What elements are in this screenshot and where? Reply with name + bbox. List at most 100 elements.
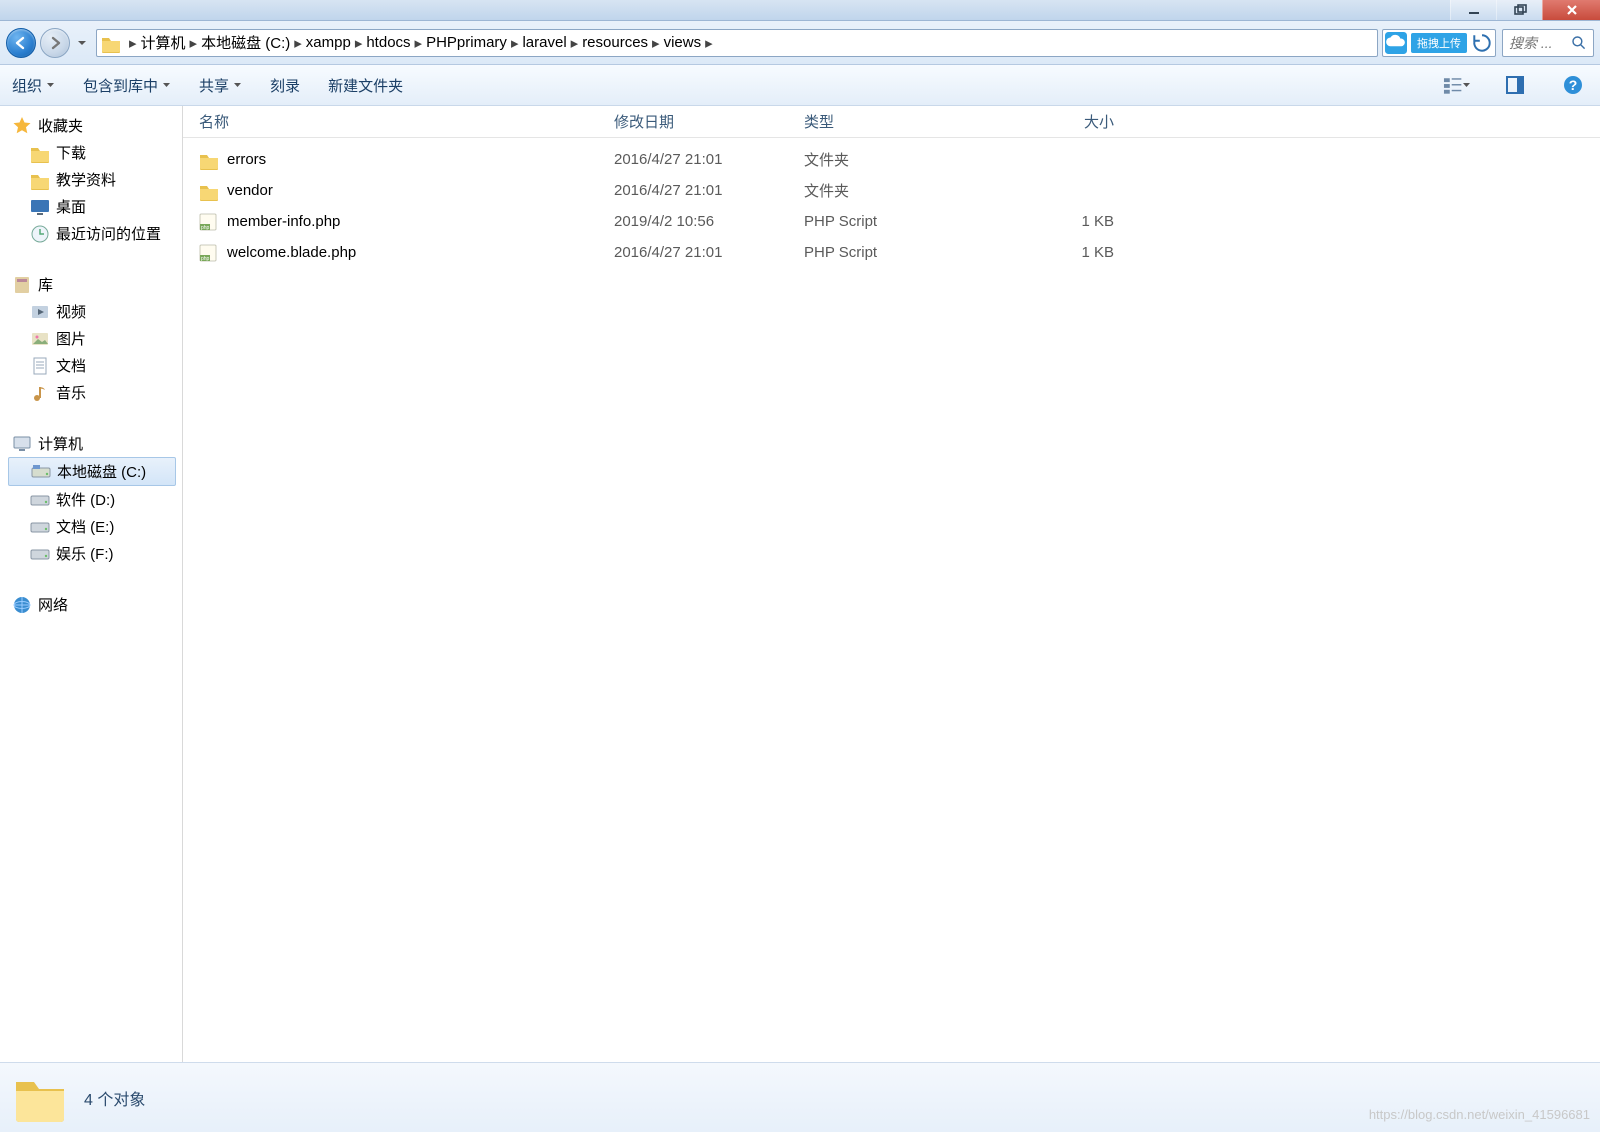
status-bar: 4 个对象	[0, 1062, 1600, 1132]
file-name: vendor	[227, 182, 273, 199]
navigation-sidebar: 收藏夹 下载 教学资料 桌面 最近访问的位置 库 视频 图片 文档 音乐 计算机…	[0, 106, 183, 1062]
chevron-right-icon: ▸	[355, 34, 363, 52]
library-icon	[12, 275, 32, 295]
sidebar-libraries-header[interactable]: 库	[8, 271, 182, 298]
chevron-right-icon: ▸	[129, 34, 137, 52]
sidebar-network-label: 网络	[38, 594, 68, 615]
sidebar-item-pictures[interactable]: 图片	[8, 325, 182, 352]
column-header-name[interactable]: 名称	[199, 111, 614, 132]
toolbar-share-label: 共享	[199, 75, 229, 96]
breadcrumb-item[interactable]: laravel	[522, 34, 566, 51]
sidebar-item-documents[interactable]: 文档	[8, 352, 182, 379]
toolbar-newfolder-label: 新建文件夹	[328, 75, 403, 96]
file-type: 文件夹	[804, 149, 994, 170]
breadcrumb-item[interactable]: xampp	[306, 34, 351, 51]
breadcrumb-item[interactable]: htdocs	[366, 34, 410, 51]
toolbar-burn[interactable]: 刻录	[270, 75, 300, 96]
column-header-date[interactable]: 修改日期	[614, 111, 804, 132]
breadcrumb-item[interactable]: PHPprimary	[426, 34, 507, 51]
toolbar-include-label: 包含到库中	[83, 75, 158, 96]
search-box[interactable]	[1502, 29, 1594, 57]
cloud-upload-icon	[1385, 32, 1407, 54]
breadcrumb-item[interactable]: views	[664, 34, 702, 51]
chevron-right-icon: ▸	[571, 34, 579, 52]
sidebar-item-label: 桌面	[56, 196, 86, 217]
breadcrumb-item[interactable]: resources	[582, 34, 648, 51]
address-bar-row: ▸ 计算机 ▸ 本地磁盘 (C:) ▸ xampp ▸ htdocs ▸ PHP…	[0, 21, 1600, 65]
status-text: 4 个对象	[84, 1086, 145, 1110]
file-row[interactable]: member-info.php2019/4/2 10:56PHP Script1…	[199, 206, 1600, 237]
window-close-button[interactable]	[1542, 0, 1600, 20]
sidebar-item-label: 软件 (D:)	[56, 489, 115, 510]
toolbar-share[interactable]: 共享	[199, 75, 242, 96]
upload-hint-label: 拖拽上传	[1411, 33, 1467, 53]
desktop-icon	[30, 197, 50, 217]
file-type: 文件夹	[804, 180, 994, 201]
computer-icon	[12, 434, 32, 454]
breadcrumb-item[interactable]: 计算机	[141, 32, 186, 53]
sidebar-item-videos[interactable]: 视频	[8, 298, 182, 325]
help-button[interactable]	[1558, 71, 1588, 99]
column-header-size[interactable]: 大小	[994, 111, 1134, 132]
toolbar-organize[interactable]: 组织	[12, 75, 55, 96]
upload-indicator[interactable]: 拖拽上传	[1382, 29, 1496, 57]
php-file-icon	[199, 243, 219, 263]
nav-back-button[interactable]	[6, 28, 36, 58]
preview-pane-button[interactable]	[1500, 71, 1530, 99]
refresh-icon[interactable]	[1471, 32, 1493, 54]
toolbar-new-folder[interactable]: 新建文件夹	[328, 75, 403, 96]
view-options-button[interactable]	[1442, 71, 1472, 99]
sidebar-libraries-label: 库	[38, 274, 53, 295]
nav-forward-button[interactable]	[40, 28, 70, 58]
sidebar-item-label: 文档 (E:)	[56, 516, 114, 537]
sidebar-favorites-header[interactable]: 收藏夹	[8, 112, 182, 139]
folder-icon	[12, 1070, 68, 1126]
file-name: errors	[227, 151, 266, 168]
sidebar-network-header[interactable]: 网络	[8, 591, 182, 618]
nav-history-dropdown[interactable]	[74, 28, 90, 58]
sidebar-item-music[interactable]: 音乐	[8, 379, 182, 406]
sidebar-item-label: 娱乐 (F:)	[56, 543, 114, 564]
php-file-icon	[199, 212, 219, 232]
sidebar-item-drive-e[interactable]: 文档 (E:)	[8, 513, 182, 540]
column-header-type[interactable]: 类型	[804, 111, 994, 132]
chevron-right-icon: ▸	[705, 34, 713, 52]
folder-icon	[30, 143, 50, 163]
address-bar[interactable]: ▸ 计算机 ▸ 本地磁盘 (C:) ▸ xampp ▸ htdocs ▸ PHP…	[96, 29, 1378, 57]
sidebar-item-desktop[interactable]: 桌面	[8, 193, 182, 220]
sidebar-item-teaching[interactable]: 教学资料	[8, 166, 182, 193]
sidebar-item-drive-d[interactable]: 软件 (D:)	[8, 486, 182, 513]
folder-icon	[30, 170, 50, 190]
file-date: 2019/4/2 10:56	[614, 213, 804, 230]
drive-icon	[30, 544, 50, 564]
search-input[interactable]	[1509, 35, 1571, 51]
window-minimize-button[interactable]	[1450, 0, 1496, 20]
file-date: 2016/4/27 21:01	[614, 151, 804, 168]
file-row[interactable]: welcome.blade.php2016/4/27 21:01PHP Scri…	[199, 237, 1600, 268]
network-icon	[12, 595, 32, 615]
breadcrumb-item[interactable]: 本地磁盘 (C:)	[201, 32, 290, 53]
sidebar-item-recent[interactable]: 最近访问的位置	[8, 220, 182, 247]
folder-icon	[101, 33, 121, 53]
chevron-right-icon: ▸	[190, 34, 198, 52]
window-maximize-button[interactable]	[1496, 0, 1542, 20]
sidebar-item-drive-c[interactable]: 本地磁盘 (C:)	[8, 457, 176, 486]
file-date: 2016/4/27 21:01	[614, 182, 804, 199]
sidebar-item-label: 图片	[56, 328, 86, 349]
toolbar: 组织 包含到库中 共享 刻录 新建文件夹	[0, 65, 1600, 106]
folder-icon	[199, 150, 219, 170]
chevron-right-icon: ▸	[511, 34, 519, 52]
toolbar-organize-label: 组织	[12, 75, 42, 96]
sidebar-computer-header[interactable]: 计算机	[8, 430, 182, 457]
file-type: PHP Script	[804, 213, 994, 230]
file-row[interactable]: errors 2016/4/27 21:01文件夹	[199, 144, 1600, 175]
image-icon	[30, 329, 50, 349]
search-icon[interactable]	[1571, 35, 1587, 51]
file-row[interactable]: vendor 2016/4/27 21:01文件夹	[199, 175, 1600, 206]
sidebar-item-downloads[interactable]: 下载	[8, 139, 182, 166]
sidebar-item-drive-f[interactable]: 娱乐 (F:)	[8, 540, 182, 567]
toolbar-include[interactable]: 包含到库中	[83, 75, 171, 96]
file-size: 1 KB	[994, 213, 1134, 230]
file-date: 2016/4/27 21:01	[614, 244, 804, 261]
sidebar-item-label: 下载	[56, 142, 86, 163]
